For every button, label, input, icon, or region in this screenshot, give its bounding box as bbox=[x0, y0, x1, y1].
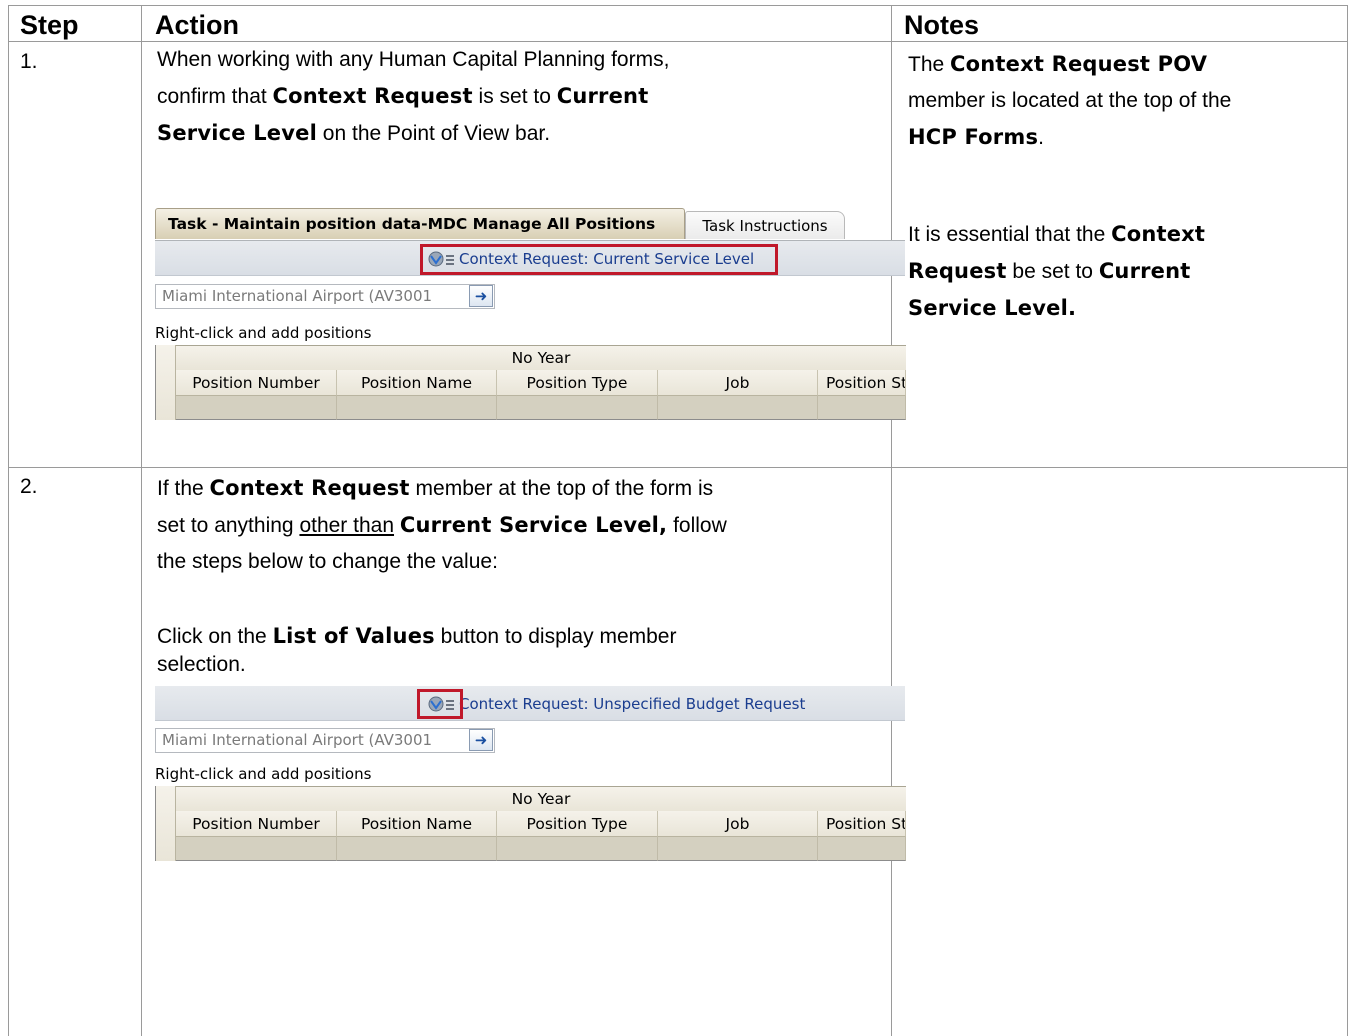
row1-notes-text-2: It is essential that the Context Request… bbox=[908, 222, 1206, 320]
grid-hint: Right-click and add positions bbox=[155, 765, 372, 783]
column-position-status[interactable]: Position St bbox=[818, 370, 906, 396]
column-job[interactable]: Job bbox=[658, 811, 818, 837]
col-divider-step bbox=[141, 5, 142, 1036]
grid-row-header bbox=[156, 786, 176, 861]
grid-cell[interactable] bbox=[497, 396, 658, 420]
grid-cell[interactable] bbox=[176, 837, 337, 861]
table-left-border bbox=[8, 5, 9, 1036]
entity-select[interactable]: Miami International Airport (AV3001 ▼ bbox=[155, 284, 495, 309]
grid-row-header bbox=[156, 345, 176, 420]
grid-cell[interactable] bbox=[176, 396, 337, 420]
row1-action-text: When working with any Human Capital Plan… bbox=[157, 48, 670, 145]
col-divider-action bbox=[891, 5, 892, 1036]
grid-cell[interactable] bbox=[337, 396, 497, 420]
positions-grid[interactable]: No Year Position Number Position Name Po… bbox=[155, 786, 906, 861]
grid-cell[interactable] bbox=[337, 837, 497, 861]
grid-hint: Right-click and add positions bbox=[155, 324, 372, 342]
header-step: Step bbox=[20, 10, 79, 40]
column-position-number[interactable]: Position Number bbox=[176, 370, 337, 396]
grid-cell[interactable] bbox=[818, 396, 906, 420]
grid-group-header: No Year bbox=[176, 786, 906, 812]
row1-bottom-border bbox=[8, 467, 1348, 468]
column-position-name[interactable]: Position Name bbox=[337, 370, 497, 396]
table-top-border bbox=[8, 5, 1348, 6]
go-button[interactable]: ➜ bbox=[469, 285, 493, 307]
highlight-box-list-of-values bbox=[417, 689, 463, 719]
step-number-2: 2. bbox=[20, 475, 38, 498]
go-button[interactable]: ➜ bbox=[469, 729, 493, 751]
row1-notes-text-1: The Context Request POV member is locate… bbox=[908, 52, 1232, 149]
pov-context-request[interactable]: Context Request: Unspecified Budget Requ… bbox=[459, 694, 805, 714]
step-number-1: 1. bbox=[20, 50, 38, 73]
row1-form-screenshot: Task - Maintain position data-MDC Manage… bbox=[155, 208, 906, 423]
column-position-type[interactable]: Position Type bbox=[497, 370, 658, 396]
table-right-border bbox=[1347, 5, 1348, 1036]
row2-action-text: If the Context Request member at the top… bbox=[157, 476, 727, 573]
column-position-type[interactable]: Position Type bbox=[497, 811, 658, 837]
arrow-right-icon: ➜ bbox=[474, 287, 488, 305]
grid-cell[interactable] bbox=[658, 837, 818, 861]
tab-task-instructions[interactable]: Task Instructions bbox=[685, 211, 845, 239]
tab-maintain-position-data[interactable]: Task - Maintain position data-MDC Manage… bbox=[155, 208, 685, 239]
column-position-status[interactable]: Position St bbox=[818, 811, 906, 837]
row2-form-screenshot: Context Request: Unspecified Budget Requ… bbox=[155, 686, 906, 866]
grid-cell[interactable] bbox=[818, 837, 906, 861]
pov-bar: Context Request: Unspecified Budget Requ… bbox=[155, 686, 905, 721]
arrow-right-icon: ➜ bbox=[474, 731, 488, 749]
header-notes: Notes bbox=[904, 10, 980, 40]
column-position-number[interactable]: Position Number bbox=[176, 811, 337, 837]
positions-grid[interactable]: No Year Position Number Position Name Po… bbox=[155, 345, 906, 420]
grid-group-header: No Year bbox=[176, 345, 906, 371]
row2-action-instruction: Click on the List of Values button to di… bbox=[157, 624, 677, 676]
highlight-box-pov bbox=[420, 244, 778, 275]
entity-select[interactable]: Miami International Airport (AV3001 ▼ bbox=[155, 728, 495, 753]
tab-strip: Task - Maintain position data-MDC Manage… bbox=[155, 208, 905, 241]
grid-cell[interactable] bbox=[497, 837, 658, 861]
column-job[interactable]: Job bbox=[658, 370, 818, 396]
grid-cell[interactable] bbox=[658, 396, 818, 420]
header-action: Action bbox=[155, 10, 239, 40]
column-position-name[interactable]: Position Name bbox=[337, 811, 497, 837]
